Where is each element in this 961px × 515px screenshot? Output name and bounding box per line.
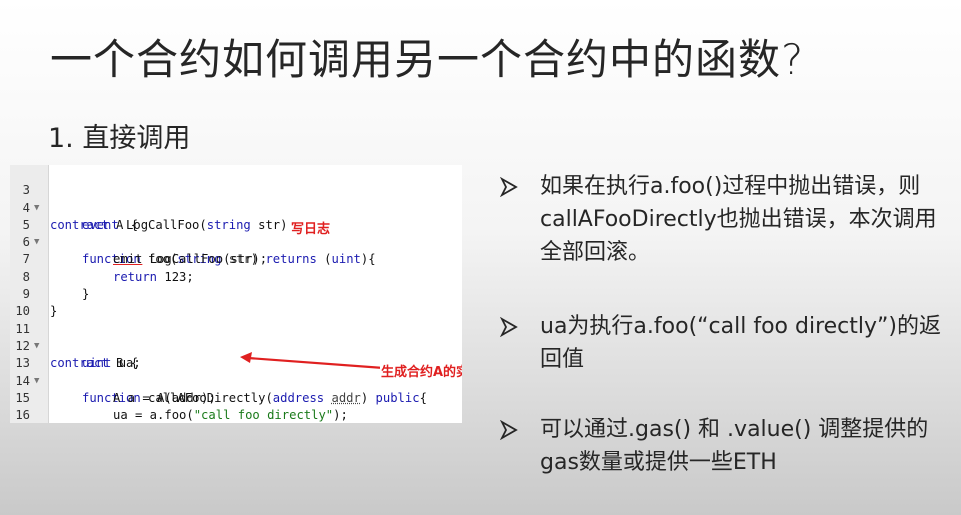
bullet-text: 如果在执行a.foo()过程中抛出错误，则callAFooDirectly也抛出… — [540, 174, 937, 265]
code-token: { — [419, 390, 427, 405]
arrow-bullet-icon — [499, 310, 522, 347]
code-token: uint — [331, 252, 361, 267]
code-token: str); — [250, 217, 295, 232]
code-token: public — [375, 390, 420, 405]
code-line: 17 } — [10, 407, 39, 423]
code-line: 11 ▼ contract B { — [10, 303, 138, 371]
code-token: A a = A(addr); — [113, 390, 216, 405]
code-line: 6 emit LogCallFoo(str); — [10, 217, 267, 266]
code-line: 15 ua = a.foo("call foo directly"); — [10, 373, 348, 422]
code-token: } — [50, 304, 58, 319]
bullet-item: ua为执行a.foo(“call foo directly”)的返回值 — [499, 310, 955, 380]
code-line: 14 A a = A(addr); — [10, 355, 215, 405]
annotation-arrow-icon — [240, 352, 385, 370]
code-token: ua = a.foo( — [113, 408, 194, 423]
code-token: "call foo directly" — [193, 408, 334, 423]
code-line: 5 ▼ function foo(string str) returns (ui… — [10, 200, 376, 267]
code-token: addr — [331, 390, 361, 405]
arrow-bullet-icon — [499, 413, 522, 450]
code-token: ( — [316, 252, 332, 267]
code-token: returns — [265, 252, 317, 267]
code-editor: 3 ▼ contract A { 4 event LogCallFoo(stri… — [10, 165, 462, 423]
code-token: return — [113, 269, 158, 284]
code-line: 9 } — [10, 269, 58, 318]
code-token: } — [82, 287, 90, 302]
code-token: LogCallFoo(str); — [142, 252, 268, 267]
code-token: uint — [82, 356, 112, 371]
code-token: event — [82, 217, 119, 232]
code-token: address — [272, 390, 325, 405]
slide-title: 一个合约如何调用另一个合约中的函数? — [50, 35, 805, 84]
code-line: 12 uint ua; — [10, 321, 140, 370]
code-line: 10 — [10, 286, 39, 318]
code-token: LogCallFoo( — [118, 217, 207, 232]
code-line: 7 return 123; — [10, 234, 194, 283]
annotation-write-log: 写日志 — [290, 218, 332, 237]
code-line: 16 } — [10, 390, 39, 422]
bullet-item: 可以通过.gas() 和 .value() 调整提供的gas数量或提供一些ETH — [499, 413, 955, 483]
annotation-create-instance: 生成合约A的实例 — [380, 361, 462, 380]
bullet-text: ua为执行a.foo(“call foo directly”)的返回值 — [540, 314, 942, 372]
code-token: ) — [360, 390, 376, 405]
code-token: ); — [333, 408, 348, 423]
code-token: ){ — [360, 252, 376, 267]
bullet-text: 可以通过.gas() 和 .value() 调整提供的gas数量或提供一些ETH — [540, 417, 929, 475]
code-token: 123; — [157, 269, 194, 284]
arrow-bullet-icon — [499, 170, 522, 207]
code-token: ua; — [111, 356, 141, 371]
code-line: 4 event LogCallFoo(string str); — [10, 182, 295, 232]
code-line: 3 ▼ contract A { — [10, 165, 138, 232]
code-token: emit — [113, 252, 143, 267]
slide-subtitle: 1. 直接调用 — [48, 123, 191, 154]
code-line: 13 ▼ function callAFooDirectly(address a… — [10, 338, 427, 405]
code-line: 8 } — [10, 252, 90, 301]
code-token: string — [206, 217, 251, 232]
bullet-item: 如果在执行a.foo()过程中抛出错误，则callAFooDirectly也抛出… — [499, 170, 955, 270]
